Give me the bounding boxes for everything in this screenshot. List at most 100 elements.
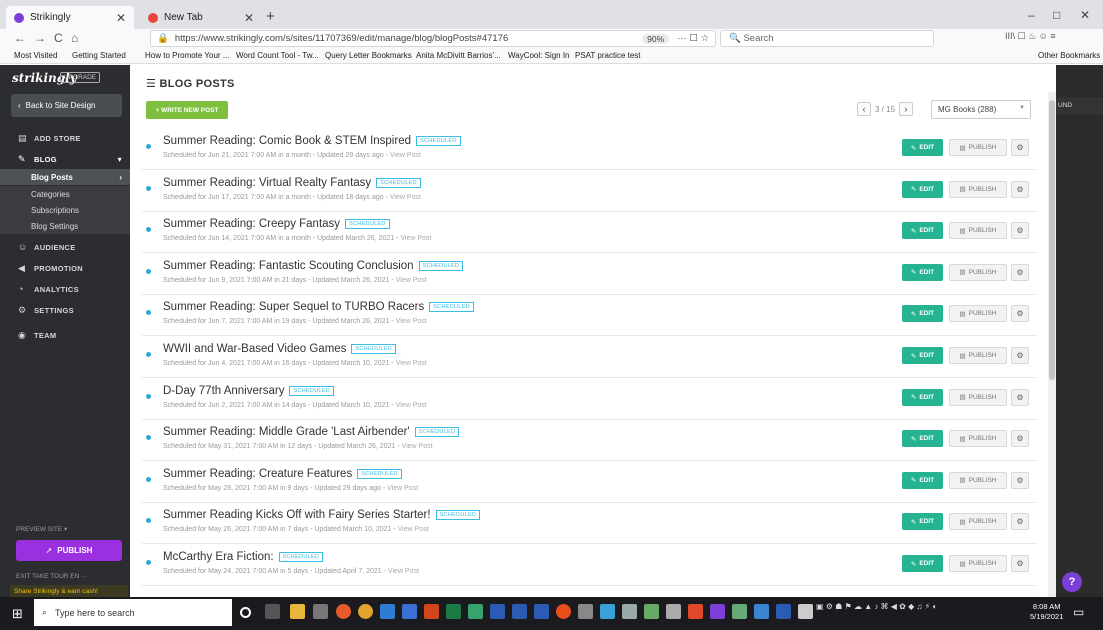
edit-button[interactable]: ✎ EDIT: [902, 388, 943, 406]
taskbar-clock[interactable]: 8:08 AM 5/19/2021: [1030, 602, 1063, 622]
toolbar-icons[interactable]: III\ ☐ ♨ ☺ ≡: [1005, 31, 1056, 42]
view-post-link[interactable]: View Post: [402, 443, 433, 450]
view-post-link[interactable]: View Post: [400, 235, 431, 242]
post-row[interactable]: Summer Reading Kicks Off with Fairy Seri…: [142, 502, 1037, 545]
post-title[interactable]: D-Day 77th Anniversary SCHEDULED: [163, 385, 335, 397]
view-post-link[interactable]: View Post: [396, 277, 427, 284]
sidebar-sub-blog-posts[interactable]: Blog Posts ›: [0, 169, 130, 185]
sidebar-item-promotion[interactable]: ◀ PROMOTION: [0, 258, 130, 278]
post-row[interactable]: Summer Reading: Fantastic Scouting Concl…: [142, 253, 1037, 295]
help-button[interactable]: ?: [1062, 572, 1082, 592]
post-row[interactable]: Summer Reading: Comic Book & STEM Inspir…: [142, 128, 1037, 170]
tab-strikingly[interactable]: Strikingly ✕: [6, 6, 134, 29]
post-title[interactable]: Summer Reading: Creepy Fantasy SCHEDULED: [163, 218, 390, 230]
maximize-icon[interactable]: □: [1053, 8, 1060, 22]
publish-post-button[interactable]: ▤ PUBLISH: [949, 305, 1007, 323]
back-to-site-design-button[interactable]: ‹ Back to Site Design: [11, 94, 122, 117]
close-window-icon[interactable]: ✕: [1080, 8, 1090, 22]
edit-button[interactable]: ✎ EDIT: [902, 180, 943, 198]
other-bookmarks[interactable]: Other Bookmarks: [1038, 51, 1100, 60]
post-row[interactable]: Summer Reading: Creature Features SCHEDUL…: [142, 461, 1037, 503]
app-icon[interactable]: [644, 604, 659, 619]
word-icon[interactable]: [534, 604, 549, 619]
edge-icon[interactable]: [380, 604, 395, 619]
post-row[interactable]: Summer Reading: Virtual Realty Fantasy SC…: [142, 170, 1037, 212]
sidebar-item-add-store[interactable]: ▤ ADD STORE: [0, 128, 130, 148]
app-icon[interactable]: [622, 604, 637, 619]
app-icon[interactable]: [688, 604, 703, 619]
edit-button[interactable]: ✎ EDIT: [902, 513, 943, 531]
cortana-icon[interactable]: [240, 607, 251, 618]
publish-post-button[interactable]: ▤ PUBLISH: [949, 263, 1007, 281]
post-settings-gear-icon[interactable]: ⚙: [1011, 555, 1029, 572]
sidebar-item-analytics[interactable]: ◔ ANALYTICS: [0, 279, 130, 299]
bookmark-item[interactable]: Word Count Tool - Tw...: [236, 51, 319, 60]
tab-new-tab[interactable]: New Tab ✕: [140, 6, 262, 29]
app-icon[interactable]: [313, 604, 328, 619]
publish-post-button[interactable]: ▤ PUBLISH: [949, 471, 1007, 489]
excel-icon[interactable]: [468, 604, 483, 619]
prev-page-button[interactable]: ‹: [857, 102, 871, 116]
sidebar-item-settings[interactable]: ⚙ SETTINGS: [0, 300, 130, 320]
app-icon[interactable]: [556, 604, 571, 619]
word-icon[interactable]: [490, 604, 505, 619]
chrome-icon[interactable]: [358, 604, 373, 619]
edit-button[interactable]: ✎ EDIT: [902, 139, 943, 156]
post-settings-gear-icon[interactable]: ⚙: [1011, 388, 1029, 406]
next-page-button[interactable]: ›: [899, 102, 914, 116]
excel-icon[interactable]: [446, 604, 461, 619]
close-tab-icon[interactable]: ✕: [244, 11, 254, 25]
page-actions-icon[interactable]: ··· ☐ ☆: [677, 33, 709, 44]
url-bar[interactable]: 🔒 https://www.strikingly.com/s/sites/117…: [150, 30, 716, 47]
post-settings-gear-icon[interactable]: ⚙: [1011, 263, 1029, 281]
app-icon[interactable]: [732, 604, 747, 619]
app-icon[interactable]: [600, 604, 615, 619]
home-icon[interactable]: ⌂: [71, 31, 78, 45]
preview-button[interactable]: UND: [1056, 97, 1103, 115]
notification-icon[interactable]: ▭: [1073, 605, 1084, 619]
powerpoint-icon[interactable]: [424, 604, 439, 619]
mail-icon[interactable]: [402, 604, 417, 619]
edit-button[interactable]: ✎ EDIT: [902, 263, 943, 281]
publish-post-button[interactable]: ▤ PUBLISH: [949, 222, 1007, 240]
post-title[interactable]: Summer Reading: Super Sequel to TURBO Ra…: [163, 301, 474, 313]
post-row[interactable]: McCarthy Era Fiction: SCHEDULED Scheduled …: [142, 544, 1037, 586]
app-icon[interactable]: [754, 604, 769, 619]
post-row[interactable]: Summer Reading: Super Sequel to TURBO Ra…: [142, 294, 1037, 337]
view-post-link[interactable]: View Post: [390, 194, 421, 201]
view-post-link[interactable]: View Post: [388, 568, 419, 575]
sidebar-footer-links[interactable]: EXIT TAKE TOUR EN ···: [16, 573, 88, 580]
share-strikingly-banner[interactable]: Share Strikingly & earn cash!: [10, 585, 128, 597]
minimize-icon[interactable]: –: [1028, 8, 1035, 22]
post-row[interactable]: WWII and War-Based Video Games SCHEDULED S…: [142, 336, 1037, 378]
post-settings-gear-icon[interactable]: ⚙: [1011, 513, 1029, 531]
publish-post-button[interactable]: ▤ PUBLISH: [949, 139, 1007, 156]
edit-button[interactable]: ✎ EDIT: [902, 347, 943, 364]
sidebar-item-blog[interactable]: ✎ BLOG ▾: [0, 149, 130, 169]
post-row[interactable]: Summer Reading: Creepy Fantasy SCHEDULED S…: [142, 211, 1037, 254]
bookmark-item[interactable]: Anita McDivitt Barrios'...: [416, 51, 501, 60]
view-post-link[interactable]: View Post: [398, 526, 429, 533]
app-icon[interactable]: [578, 604, 593, 619]
close-tab-icon[interactable]: ✕: [116, 11, 126, 25]
edit-button[interactable]: ✎ EDIT: [902, 222, 943, 240]
bookmark-item[interactable]: WayCool: Sign In: [508, 51, 570, 60]
browser-search-input[interactable]: 🔍 Search: [720, 30, 934, 47]
post-title[interactable]: WWII and War-Based Video Games SCHEDULED: [163, 343, 397, 355]
windows-start-icon[interactable]: ⊞: [12, 606, 23, 622]
bookmark-item[interactable]: PSAT practice test: [575, 51, 641, 60]
sidebar-item-audience[interactable]: ☺ AUDIENCE: [0, 237, 130, 257]
write-new-post-button[interactable]: + WRITE NEW POST: [146, 101, 228, 119]
post-settings-gear-icon[interactable]: ⚙: [1011, 139, 1029, 156]
onenote-icon[interactable]: [710, 604, 725, 619]
app-icon[interactable]: [776, 604, 791, 619]
bookmark-item[interactable]: Most Visited: [14, 51, 57, 60]
bookmark-item[interactable]: Getting Started: [72, 51, 126, 60]
edit-button[interactable]: ✎ EDIT: [902, 430, 943, 448]
post-title[interactable]: McCarthy Era Fiction: SCHEDULED: [163, 551, 324, 563]
publish-post-button[interactable]: ▤ PUBLISH: [949, 388, 1007, 406]
book-filter-select[interactable]: MG Books (288) ▼: [931, 100, 1031, 119]
system-tray[interactable]: ▣ ⚙ ☗ ⚑ ☁ ▲ ♪ ⌘ ◀ ✿ ◆ ♫ ⚡ ◐: [816, 602, 1038, 624]
sidebar-sub-subscriptions[interactable]: Subscriptions: [0, 202, 130, 218]
reload-icon[interactable]: C: [54, 31, 63, 45]
